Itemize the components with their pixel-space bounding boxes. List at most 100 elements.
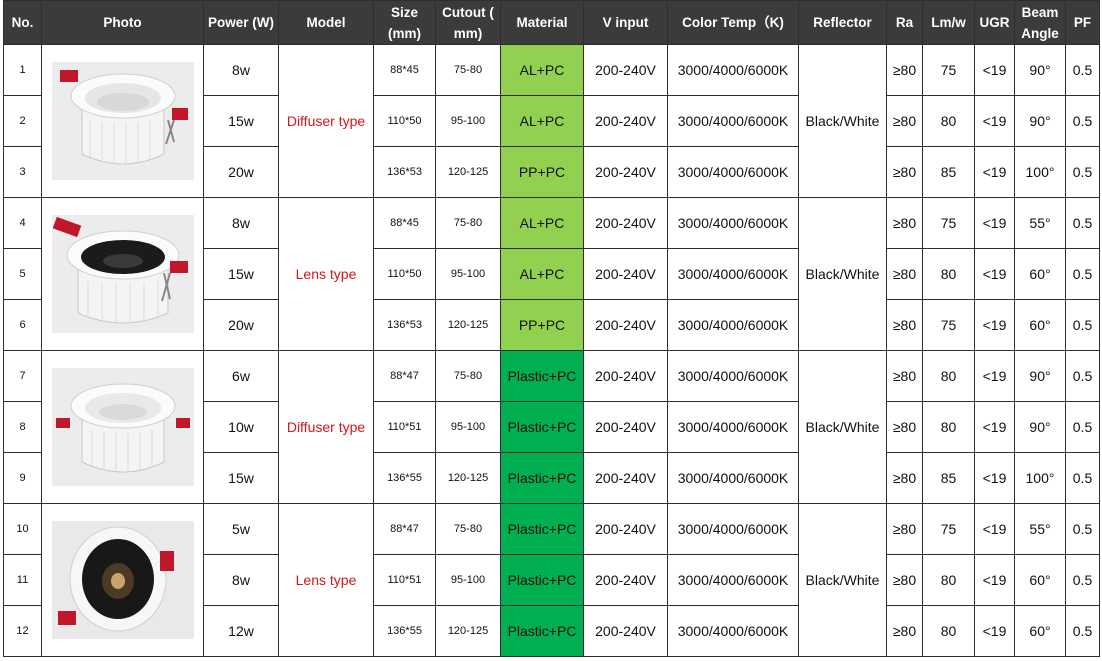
cell-material: AL+PC: [500, 95, 584, 147]
cell-size: 88*47: [373, 350, 436, 402]
cell-beam: 60°: [1014, 248, 1066, 300]
cell-vinput: 200-240V: [583, 248, 668, 300]
cell-beam: 90°: [1014, 44, 1066, 96]
cell-no: 4: [3, 197, 42, 249]
cell-no: 9: [3, 452, 42, 504]
cell-power: 15w: [203, 95, 279, 147]
cell-no: 5: [3, 248, 42, 300]
cell-power: 10w: [203, 401, 279, 453]
cell-colortemp: 3000/4000/6000K: [667, 299, 799, 351]
product-photo-cell: [41, 44, 204, 198]
cell-lmw: 80: [922, 554, 975, 606]
cell-size: 110*51: [373, 554, 436, 606]
cell-reflector: Black/White: [798, 197, 887, 351]
cell-power: 8w: [203, 197, 279, 249]
cell-ugr: <19: [974, 503, 1015, 555]
cell-power: 8w: [203, 554, 279, 606]
cell-power: 20w: [203, 299, 279, 351]
cell-pf: 0.5: [1065, 605, 1100, 657]
cell-pf: 0.5: [1065, 197, 1100, 249]
table-row: 1 8w Diffuser type 88*45 75-80 AL+PC 200-240V 3…: [3, 44, 1100, 198]
cell-beam: 90°: [1014, 95, 1066, 147]
cell-colortemp: 3000/4000/6000K: [667, 44, 799, 96]
cell-no: 1: [3, 44, 42, 96]
cell-pf: 0.5: [1065, 503, 1100, 555]
cell-power: 15w: [203, 248, 279, 300]
cell-cutout: 120-125: [435, 299, 501, 351]
cell-size: 88*45: [373, 44, 436, 96]
cell-model: Diffuser type: [278, 44, 374, 198]
cell-lmw: 85: [922, 146, 975, 198]
cell-lmw: 80: [922, 95, 975, 147]
cell-ugr: <19: [974, 452, 1015, 504]
col-header-model: Model: [278, 0, 374, 45]
cell-colortemp: 3000/4000/6000K: [667, 95, 799, 147]
cell-ra: ≥80: [886, 95, 923, 147]
col-header-vinput: V input: [583, 0, 668, 45]
cell-power: 12w: [203, 605, 279, 657]
cell-vinput: 200-240V: [583, 197, 668, 249]
cell-size: 88*45: [373, 197, 436, 249]
white-diffuser-downlight-photo: [51, 62, 194, 180]
col-header-lmw: Lm/w: [922, 0, 975, 45]
cell-size: 136*53: [373, 299, 436, 351]
cell-beam: 60°: [1014, 554, 1066, 606]
cell-power: 6w: [203, 350, 279, 402]
product-photo-cell: [41, 503, 204, 657]
cell-lmw: 75: [922, 503, 975, 555]
cell-no: 7: [3, 350, 42, 402]
cell-beam: 100°: [1014, 146, 1066, 198]
cell-vinput: 200-240V: [583, 95, 668, 147]
cell-lmw: 85: [922, 452, 975, 504]
cell-no: 6: [3, 299, 42, 351]
cell-ugr: <19: [974, 248, 1015, 300]
cell-cutout: 75-80: [435, 503, 501, 555]
cell-no: 12: [3, 605, 42, 657]
cell-beam: 60°: [1014, 605, 1066, 657]
header-row: No. Photo Power (W) Model Size (mm) Cuto…: [3, 0, 1100, 45]
cell-power: 20w: [203, 146, 279, 198]
cell-colortemp: 3000/4000/6000K: [667, 197, 799, 249]
cell-pf: 0.5: [1065, 350, 1100, 402]
col-header-ra: Ra: [886, 0, 923, 45]
cell-ugr: <19: [974, 44, 1015, 96]
black-lens-downlight-photo: [51, 215, 194, 333]
cell-lmw: 75: [922, 299, 975, 351]
cell-vinput: 200-240V: [583, 452, 668, 504]
cell-ra: ≥80: [886, 44, 923, 96]
cell-size: 110*50: [373, 248, 436, 300]
cell-size: 88*47: [373, 503, 436, 555]
cell-beam: 60°: [1014, 299, 1066, 351]
cell-ra: ≥80: [886, 248, 923, 300]
col-header-colortemp: Color Temp（K): [667, 0, 799, 45]
cell-cutout: 75-80: [435, 350, 501, 402]
cell-beam: 55°: [1014, 503, 1066, 555]
cell-ra: ≥80: [886, 452, 923, 504]
cell-size: 136*53: [373, 146, 436, 198]
col-header-beam: Beam Angle: [1014, 0, 1066, 45]
cell-power: 15w: [203, 452, 279, 504]
cell-ra: ≥80: [886, 503, 923, 555]
cell-ra: ≥80: [886, 350, 923, 402]
cell-ra: ≥80: [886, 554, 923, 606]
col-header-cutout: Cutout ( mm): [435, 0, 501, 45]
cell-model: Diffuser type: [278, 350, 374, 504]
cell-vinput: 200-240V: [583, 299, 668, 351]
cell-beam: 100°: [1014, 452, 1066, 504]
cell-pf: 0.5: [1065, 95, 1100, 147]
table-row: 7 6w Diffuser type 88*47 75-80 Plastic+PC 200-…: [3, 350, 1100, 504]
cell-material: AL+PC: [500, 248, 584, 300]
cell-ugr: <19: [974, 554, 1015, 606]
white-plastic-diffuser-downlight-photo: [51, 368, 194, 486]
cell-no: 3: [3, 146, 42, 198]
cell-no: 10: [3, 503, 42, 555]
cell-material: PP+PC: [500, 299, 584, 351]
cell-pf: 0.5: [1065, 554, 1100, 606]
cell-reflector: Black/White: [798, 503, 887, 657]
cell-lmw: 75: [922, 197, 975, 249]
cell-beam: 90°: [1014, 350, 1066, 402]
cell-cutout: 95-100: [435, 554, 501, 606]
product-photo-cell: [41, 197, 204, 351]
product-photo-cell: [41, 350, 204, 504]
cell-size: 110*50: [373, 95, 436, 147]
